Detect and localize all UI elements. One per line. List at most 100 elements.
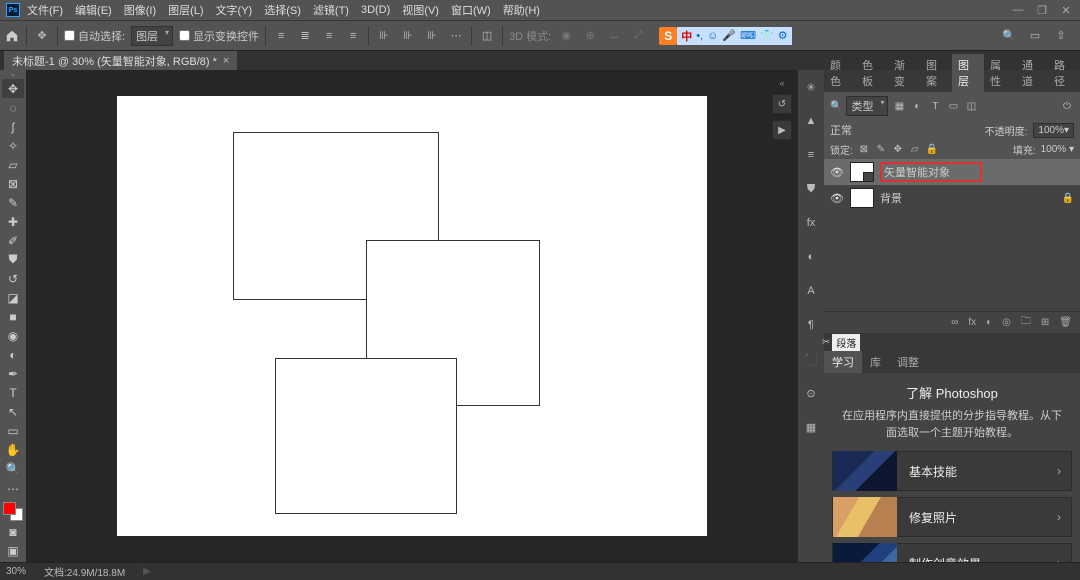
ime-toolbar[interactable]: S 中 •, ☺ 🎤 ⌨ 👕 ⚙ <box>659 27 791 45</box>
menu-image[interactable]: 图像(I) <box>119 0 161 20</box>
document-canvas[interactable] <box>117 96 707 536</box>
info-panel-icon[interactable]: ≡ <box>802 146 820 164</box>
overlap-icon[interactable]: ◫ <box>478 27 496 45</box>
history-panel-icon[interactable]: ↺ <box>772 94 792 114</box>
3d-pan-icon[interactable]: ⊕ <box>581 27 599 45</box>
tool-eyedrop[interactable]: ✎ <box>2 193 24 212</box>
align-right-icon[interactable]: ≡ <box>320 27 338 45</box>
3d-orbit-icon[interactable]: ◉ <box>557 27 575 45</box>
tool-hand[interactable]: ✋ <box>2 441 24 460</box>
tool-wand[interactable]: ✧ <box>2 136 24 155</box>
lock-pixels-icon[interactable]: ⊠ <box>858 144 870 156</box>
layer-name[interactable]: 背景 <box>880 190 902 206</box>
tool-type[interactable]: T <box>2 384 24 403</box>
tool-gradient[interactable]: ■ <box>2 308 24 327</box>
workspace-icon[interactable]: ▭ <box>1026 27 1044 45</box>
link-layers-icon[interactable]: ∞ <box>951 317 958 328</box>
menu-3d[interactable]: 3D(D) <box>356 2 395 18</box>
measurement-panel-icon[interactable]: ▦ <box>802 418 820 436</box>
status-arrow-icon[interactable]: ▶ <box>143 566 151 577</box>
tab-libraries[interactable]: 库 <box>862 351 889 373</box>
tool-marquee[interactable]: ◌ <box>2 98 24 117</box>
quick-mask-icon[interactable]: ◙ <box>2 522 24 541</box>
layer-thumbnail[interactable] <box>850 188 874 208</box>
distribute-spacing-icon[interactable]: ⊪ <box>423 27 441 45</box>
tool-frame[interactable]: ⊠ <box>2 174 24 193</box>
ime-keyboard-icon[interactable]: ⌨ <box>740 29 756 42</box>
layer-group-icon[interactable]: 🗀 <box>1021 314 1031 331</box>
lock-position-icon[interactable]: ✎ <box>875 144 887 156</box>
foreground-color-swatch[interactable] <box>3 502 16 515</box>
menu-file[interactable]: 文件(F) <box>22 0 68 20</box>
paragraph-flyout[interactable]: ✂ 段落 <box>824 333 1080 351</box>
blend-mode-dropdown[interactable]: 正常 <box>830 122 890 138</box>
3d-scale-icon[interactable]: ⤢ <box>629 27 647 45</box>
tab-layers[interactable]: 图层 <box>952 54 984 92</box>
learn-card-basics[interactable]: 基本技能 › <box>832 451 1072 491</box>
status-zoom[interactable]: 30% <box>6 566 26 577</box>
learn-card-retouch[interactable]: 修复照片 › <box>832 497 1072 537</box>
tab-channels[interactable]: 通道 <box>1016 54 1048 92</box>
adjustments-panel-icon[interactable]: ◐ <box>802 248 820 266</box>
clone-panel-icon[interactable]: ⛊ <box>802 180 820 198</box>
ime-punct-icon[interactable]: •, <box>696 30 703 42</box>
new-layer-icon[interactable]: ⊞ <box>1041 317 1049 328</box>
document-tab[interactable]: 未标题-1 @ 30% (矢量智能对象, RGB/8) * × <box>4 51 237 71</box>
status-docinfo[interactable]: 文档:24.9M/18.8M <box>44 564 125 579</box>
tab-paths[interactable]: 路径 <box>1048 54 1080 92</box>
ime-settings-icon[interactable]: ⚙ <box>778 29 788 42</box>
3d-slide-icon[interactable]: ↔ <box>605 27 623 45</box>
menu-layer[interactable]: 图层(L) <box>163 0 208 20</box>
fill-field[interactable]: 100% ▾ <box>1041 144 1074 155</box>
lock-all-icon[interactable]: 🔒 <box>926 144 938 156</box>
styles-panel-icon[interactable]: fx <box>802 214 820 232</box>
color-swatches[interactable] <box>2 501 24 522</box>
show-transform-checkbox[interactable]: 显示变换控件 <box>179 28 259 44</box>
tab-adjustments[interactable]: 调整 <box>889 351 927 373</box>
window-close[interactable]: ✕ <box>1058 4 1074 17</box>
distribute-more-icon[interactable]: ⋯ <box>447 27 465 45</box>
tool-pen[interactable]: ✒ <box>2 365 24 384</box>
filter-toggle-icon[interactable]: ⏻ <box>1060 99 1074 113</box>
lock-artboard-icon[interactable]: ✥ <box>892 144 904 156</box>
filter-pixel-icon[interactable]: ▦ <box>892 99 906 113</box>
auto-select-target-dropdown[interactable]: 图层 <box>131 26 173 46</box>
ime-skin-icon[interactable]: 👕 <box>760 29 774 42</box>
layer-item[interactable]: 👁 背景 🔒 <box>824 185 1080 211</box>
menu-window[interactable]: 窗口(W) <box>446 0 496 20</box>
actions-panel-icon[interactable]: ▶ <box>772 120 792 140</box>
tool-edit-toolbar[interactable]: ⋯ <box>2 479 24 498</box>
collapse-dots-icon[interactable]: « <box>772 78 792 88</box>
menu-type[interactable]: 文字(Y) <box>211 0 258 20</box>
paragraph-panel-icon[interactable]: ¶ <box>802 316 820 334</box>
menu-help[interactable]: 帮助(H) <box>498 0 545 20</box>
menu-select[interactable]: 选择(S) <box>259 0 306 20</box>
document-tab-close-icon[interactable]: × <box>223 55 229 67</box>
toolbox-expand-icon[interactable]: » <box>11 72 15 79</box>
timeline-panel-icon[interactable]: ⊙ <box>802 384 820 402</box>
opacity-field[interactable]: 100% ▾ <box>1033 123 1074 138</box>
tab-learn[interactable]: 学习 <box>824 351 862 373</box>
menu-view[interactable]: 视图(V) <box>397 0 444 20</box>
tool-dodge[interactable]: ◐ <box>2 346 24 365</box>
tool-healing[interactable]: ✚ <box>2 212 24 231</box>
ime-voice-icon[interactable]: 🎤 <box>722 29 736 42</box>
tab-properties[interactable]: 属性 <box>984 54 1016 92</box>
layer-filter-kind-dropdown[interactable]: 类型 <box>846 96 888 116</box>
layer-fx-icon[interactable]: fx <box>968 317 976 328</box>
tool-shape[interactable]: ▭ <box>2 422 24 441</box>
brushes-panel-icon[interactable]: ✳ <box>802 78 820 96</box>
layer-name[interactable]: 矢量智能对象 <box>884 164 950 180</box>
tab-patterns[interactable]: 图案 <box>920 54 952 92</box>
layer-item[interactable]: 👁 矢量智能对象 <box>824 159 1080 185</box>
tool-stamp[interactable]: ⛊ <box>2 250 24 269</box>
align-left-icon[interactable]: ≡ <box>272 27 290 45</box>
delete-layer-icon[interactable]: 🗑 <box>1059 317 1072 328</box>
histogram-panel-icon[interactable]: ▲ <box>802 112 820 130</box>
canvas-area[interactable]: « ↺ ▶ <box>26 70 798 562</box>
tab-gradients[interactable]: 渐变 <box>888 54 920 92</box>
move-tool-icon[interactable]: ✥ <box>33 27 51 45</box>
tool-eraser[interactable]: ◪ <box>2 289 24 308</box>
tool-path-select[interactable]: ↖ <box>2 403 24 422</box>
home-icon[interactable] <box>4 28 20 44</box>
